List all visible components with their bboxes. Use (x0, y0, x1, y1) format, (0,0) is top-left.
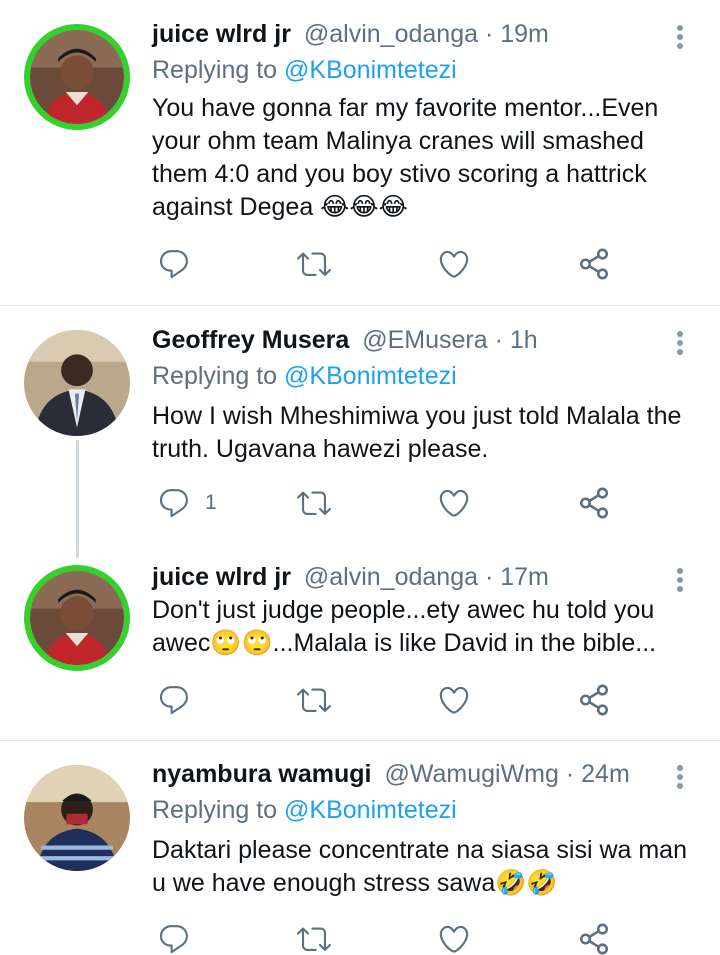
reply-icon (159, 250, 188, 279)
tweet-actions: 1 (152, 483, 672, 523)
avatar[interactable] (24, 24, 130, 130)
user-handle[interactable]: @alvin_odanga (304, 20, 478, 48)
share-icon (579, 923, 609, 955)
tweet-actions (152, 244, 672, 284)
user-handle[interactable]: @alvin_odanga (304, 563, 478, 591)
heart-icon (439, 250, 469, 278)
replying-to-handle[interactable]: @KBonimtetezi (284, 796, 457, 824)
like-button[interactable] (437, 244, 471, 284)
share-button[interactable] (577, 244, 611, 284)
avatar[interactable] (24, 765, 130, 871)
avatar-image (24, 330, 130, 436)
reply-count: 1 (205, 491, 217, 514)
avatar-image (30, 30, 124, 124)
avatar[interactable] (24, 565, 130, 671)
tweet-actions (152, 680, 672, 720)
reply-button[interactable] (157, 680, 205, 720)
tweet-header: nyambura wamugi @WamugiWmg · 24m (152, 756, 630, 792)
heart-icon (439, 489, 469, 517)
reply-button[interactable] (157, 919, 205, 955)
tweet-text: Don't just judge people...ety awec hu to… (152, 596, 657, 657)
retweet-button[interactable] (297, 919, 331, 955)
user-handle[interactable]: @WamugiWmg (384, 760, 558, 788)
tweet-actions (152, 919, 672, 955)
replying-to: Replying to @KBonimtetezi (152, 796, 457, 824)
tweet-4[interactable]: nyambura wamugi @WamugiWmg · 24m Replyin… (0, 741, 720, 955)
share-icon (579, 248, 609, 280)
display-name[interactable]: juice wlrd jr (152, 20, 291, 48)
retweet-button[interactable] (297, 680, 331, 720)
share-button[interactable] (577, 483, 611, 523)
reply-icon (159, 686, 188, 715)
retweet-button[interactable] (297, 483, 331, 523)
tweet-1[interactable]: juice wlrd jr @alvin_odanga · 19m Replyi… (0, 0, 720, 305)
share-icon (579, 487, 609, 519)
replying-to: Replying to @KBonimtetezi (152, 56, 457, 84)
avatar-image (24, 765, 130, 871)
timestamp[interactable]: · 19m (485, 20, 549, 48)
display-name[interactable]: nyambura wamugi (152, 760, 372, 788)
avatar[interactable] (24, 330, 130, 436)
reply-button[interactable]: 1 (157, 483, 217, 523)
retweet-icon (297, 491, 331, 515)
reply-icon (159, 489, 188, 518)
share-button[interactable] (577, 919, 611, 955)
replying-to-handle[interactable]: @KBonimtetezi (284, 362, 457, 390)
retweet-icon (297, 252, 331, 276)
heart-icon (439, 925, 469, 953)
share-button[interactable] (577, 680, 611, 720)
display-name[interactable]: Geoffrey Musera (152, 326, 349, 354)
tweet-header: juice wlrd jr @alvin_odanga · 17m (152, 559, 549, 595)
timestamp[interactable]: · 17m (485, 563, 549, 591)
tweet-header: Geoffrey Musera @EMusera · 1h (152, 322, 538, 358)
user-handle[interactable]: @EMusera (362, 326, 487, 354)
heart-icon (439, 686, 469, 714)
reply-button[interactable] (157, 244, 205, 284)
tweet-text: You have gonna far my favorite mentor...… (152, 94, 659, 221)
like-button[interactable] (437, 483, 471, 523)
replying-to-handle[interactable]: @KBonimtetezi (284, 56, 457, 84)
more-vertical-icon[interactable] (670, 756, 690, 792)
retweet-icon (297, 927, 331, 951)
display-name[interactable]: juice wlrd jr (152, 563, 291, 591)
more-vertical-icon[interactable] (670, 559, 690, 595)
like-button[interactable] (437, 680, 471, 720)
more-vertical-icon[interactable] (670, 16, 690, 52)
retweet-button[interactable] (297, 244, 331, 284)
tweet-text: Daktari please concentrate na siasa sisi… (152, 836, 687, 897)
more-vertical-icon[interactable] (670, 322, 690, 358)
thread-connector (76, 440, 79, 558)
timestamp[interactable]: · 1h (495, 326, 538, 354)
tweet-text: How I wish Mheshimiwa you just told Mala… (152, 402, 682, 463)
tweet-2[interactable]: Geoffrey Musera @EMusera · 1h Replying t… (0, 306, 720, 546)
like-button[interactable] (437, 919, 471, 955)
tweet-header: juice wlrd jr @alvin_odanga · 19m (152, 16, 549, 52)
reply-icon (159, 925, 188, 954)
replying-to: Replying to @KBonimtetezi (152, 362, 457, 390)
timestamp[interactable]: · 24m (566, 760, 630, 788)
retweet-icon (297, 688, 331, 712)
avatar-image (30, 571, 124, 665)
share-icon (579, 684, 609, 716)
tweet-3[interactable]: juice wlrd jr @alvin_odanga · 17m Don't … (0, 546, 720, 740)
